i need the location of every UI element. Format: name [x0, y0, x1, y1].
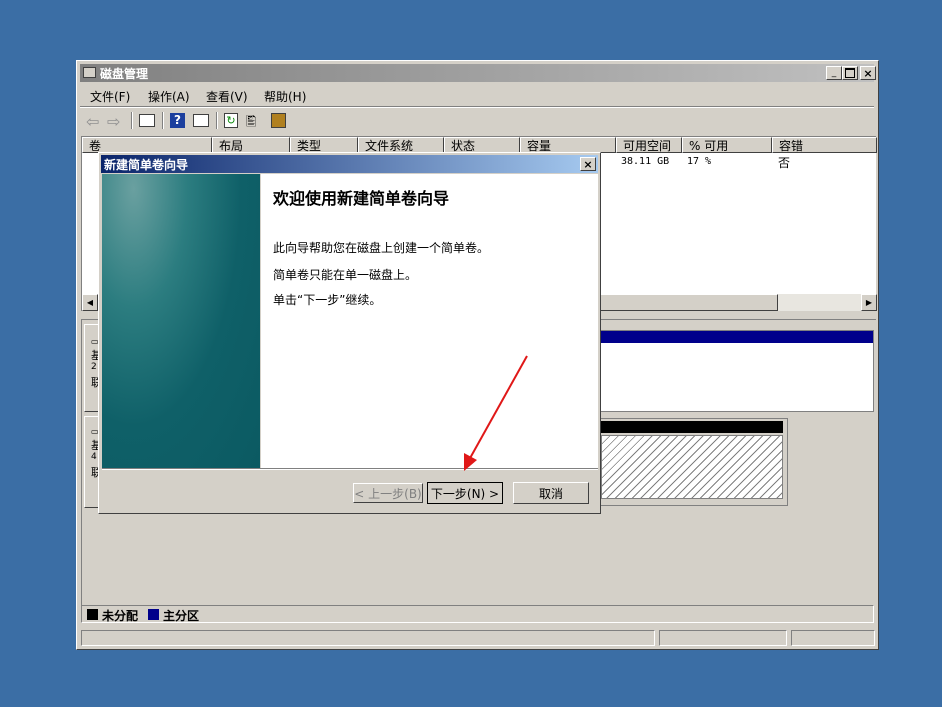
wizard-text-2: 简单卷只能在单一磁盘上。: [273, 268, 418, 282]
disk-0-partition[interactable]: [598, 330, 874, 412]
menu-divider: [80, 106, 874, 108]
next-button[interactable]: 下一步(N) >: [427, 482, 503, 504]
toolbar-separator: [216, 112, 218, 129]
primary-partition-bar: [599, 331, 873, 343]
wizard-side-banner: [102, 174, 260, 468]
scroll-right-button[interactable]: ▶: [861, 294, 877, 311]
menu-help[interactable]: 帮助(H): [264, 88, 306, 105]
rescan-icon[interactable]: 🖺: [246, 113, 262, 130]
menu-view[interactable]: 查看(V): [206, 88, 248, 105]
column-header-capacity[interactable]: 容量: [520, 137, 616, 153]
menu-action[interactable]: 操作(A): [148, 88, 190, 105]
column-header-status[interactable]: 状态: [444, 137, 520, 153]
status-pane-3: [791, 630, 875, 646]
wizard-content: 欢迎使用新建简单卷向导 此向导帮助您在磁盘上创建一个简单卷。 简单卷只能在单一磁…: [261, 174, 598, 468]
unallocated-hatch: [601, 435, 783, 499]
maximize-icon: [845, 68, 855, 78]
settings-icon[interactable]: [271, 113, 286, 128]
properties-pane-icon[interactable]: [193, 114, 209, 127]
column-header-fault-tolerance[interactable]: 容错: [772, 137, 877, 153]
scroll-left-button[interactable]: ◀: [82, 294, 98, 311]
toolbar-separator: [162, 112, 164, 129]
column-headers: 卷 布局 类型 文件系统 状态 容量 可用空间 % 可用 容错: [82, 137, 877, 153]
column-header-type[interactable]: 类型: [290, 137, 358, 153]
cell-fault-tolerance: 否: [778, 156, 791, 170]
forward-arrow-icon[interactable]: ⇨: [107, 112, 120, 131]
primary-swatch: [148, 609, 159, 620]
unallocated-swatch: [87, 609, 98, 620]
column-header-volume[interactable]: 卷: [82, 137, 212, 153]
status-bar: [80, 629, 876, 648]
back-arrow-icon[interactable]: ⇦: [86, 112, 99, 131]
disk-1-size: 4: [91, 452, 97, 462]
column-header-layout[interactable]: 布局: [212, 137, 290, 153]
column-header-filesystem[interactable]: 文件系统: [358, 137, 444, 153]
maximize-button[interactable]: [842, 66, 858, 80]
dialog-titlebar[interactable]: 新建简单卷向导 ×: [101, 155, 598, 173]
window-title: 磁盘管理: [100, 67, 149, 81]
dialog-close-button[interactable]: ×: [580, 157, 596, 171]
back-button[interactable]: < 上一步(B): [353, 483, 423, 503]
legend-primary: 主分区: [163, 609, 200, 623]
unallocated-space[interactable]: [598, 418, 788, 506]
annotation-arrow: [464, 355, 528, 471]
cancel-button[interactable]: 取消: [513, 482, 589, 504]
cell-free-space: 38.11 GB: [621, 156, 670, 167]
column-header-free-space[interactable]: 可用空间: [616, 137, 682, 153]
console-tree-icon[interactable]: [139, 114, 155, 127]
legend-unallocated: 未分配: [102, 609, 139, 623]
wizard-text-1: 此向导帮助您在磁盘上创建一个简单卷。: [273, 241, 490, 255]
help-icon[interactable]: ?: [170, 113, 185, 128]
toolbar: ⇦ ⇨ ? ↻ 🖺: [80, 109, 874, 133]
status-pane-2: [659, 630, 787, 646]
toolbar-separator: [131, 112, 133, 129]
menu-file[interactable]: 文件(F): [90, 88, 130, 105]
cell-percent-free: 17 %: [687, 156, 712, 167]
legend-bar: 未分配 主分区: [81, 605, 874, 623]
dialog-title: 新建简单卷向导: [104, 158, 189, 172]
refresh-icon[interactable]: ↻: [224, 113, 238, 128]
status-pane-main: [81, 630, 655, 646]
close-button[interactable]: ×: [860, 66, 876, 80]
disk-0-size: 2: [91, 362, 97, 372]
window-titlebar[interactable]: 磁盘管理 _ ×: [80, 64, 876, 82]
disk-icon: [83, 67, 96, 78]
unallocated-bar: [601, 421, 783, 433]
wizard-text-3: 单击“下一步”继续。: [273, 293, 382, 307]
minimize-button[interactable]: _: [826, 66, 842, 80]
column-header-percent-free[interactable]: % 可用: [682, 137, 772, 153]
wizard-heading: 欢迎使用新建简单卷向导: [273, 189, 450, 208]
menu-bar: 文件(F) 操作(A) 查看(V) 帮助(H): [80, 85, 874, 105]
